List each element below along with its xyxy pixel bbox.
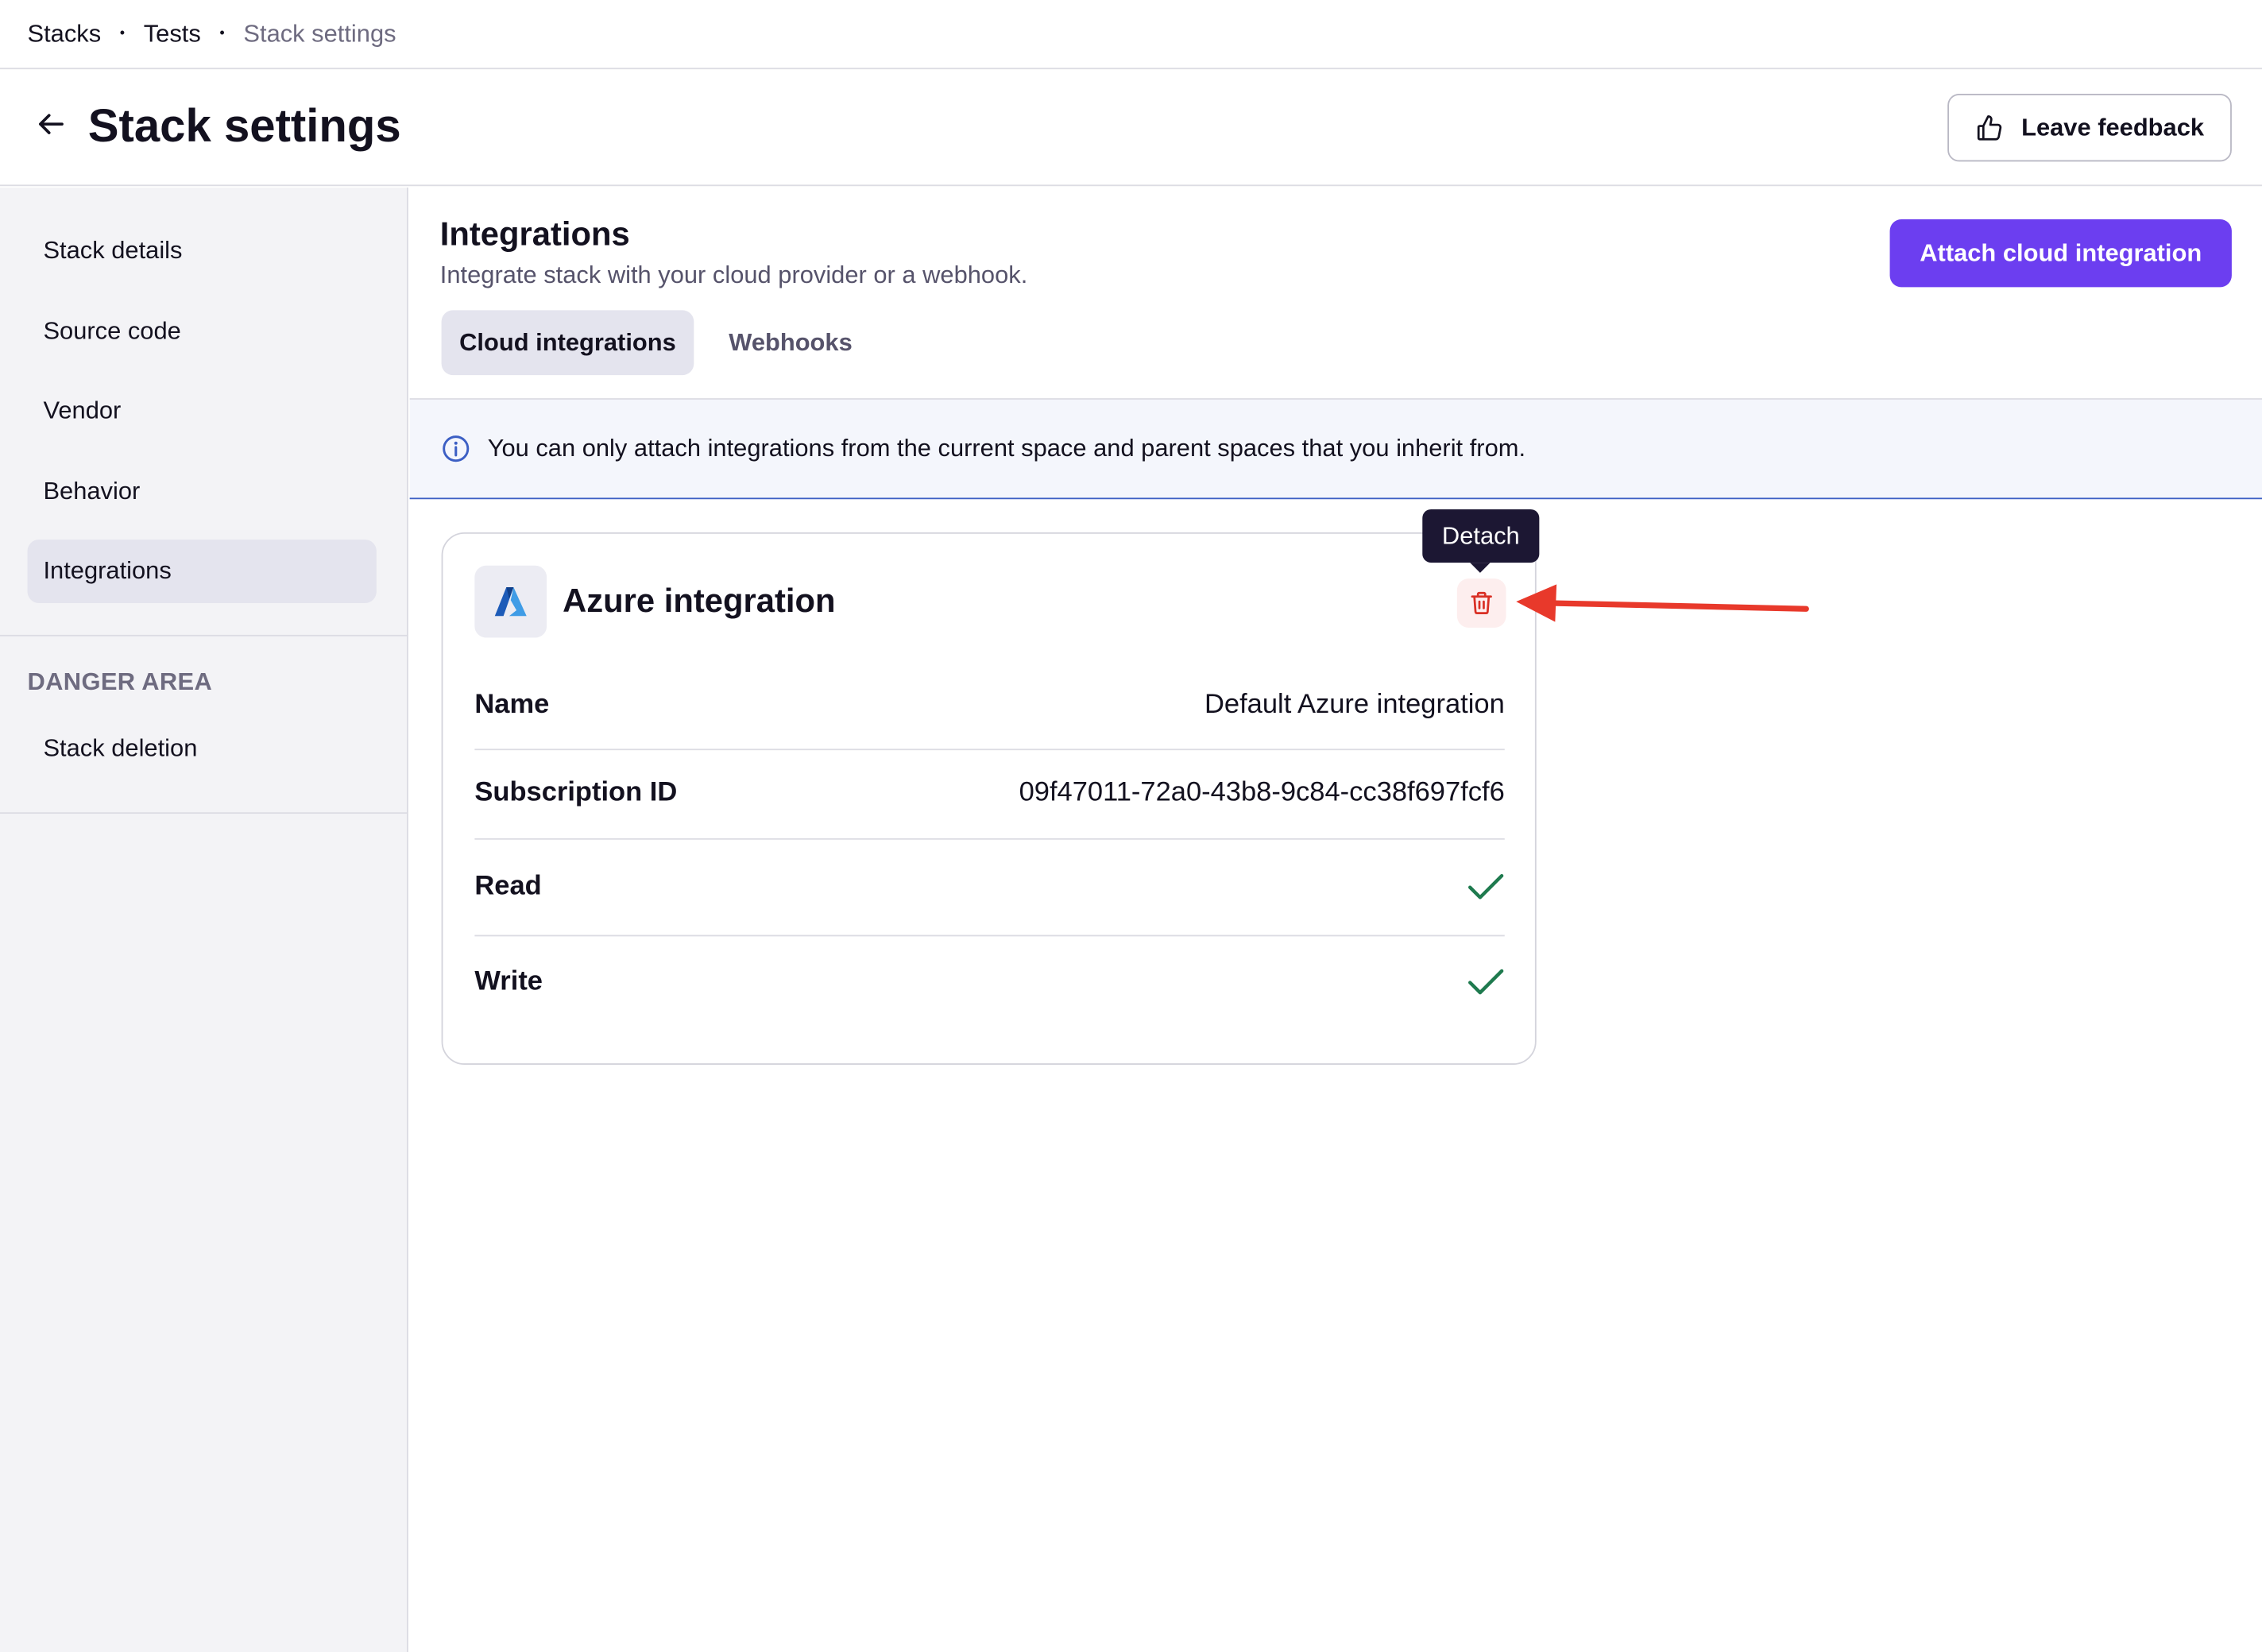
breadcrumb-item-tests[interactable]: Tests bbox=[144, 20, 201, 48]
sidebar-item-stack-deletion[interactable]: Stack deletion bbox=[27, 717, 376, 780]
info-banner-text: You can only attach integrations from th… bbox=[487, 434, 1526, 462]
detach-tooltip: Detach bbox=[1422, 509, 1540, 573]
arrow-left-icon bbox=[39, 114, 64, 134]
azure-integration-card: Azure integration Name Default Azure int… bbox=[441, 532, 1537, 1065]
page-header: Stack settings Leave feedback bbox=[0, 71, 2262, 187]
row-label: Name bbox=[474, 689, 550, 721]
app-root: Stacks • Tests • Stack settings Stack se… bbox=[0, 0, 2262, 1652]
breadcrumb-separator: • bbox=[219, 25, 225, 42]
row-name: Name Default Azure integration bbox=[474, 678, 1504, 733]
sidebar-item-label: Stack deletion bbox=[43, 734, 198, 762]
section-title: Integrations bbox=[439, 215, 630, 253]
danger-area-heading: DANGER AREA bbox=[27, 667, 213, 696]
sidebar-divider bbox=[0, 812, 408, 814]
row-subscription-id: Subscription ID 09f47011-72a0-43b8-9c84-… bbox=[474, 766, 1504, 821]
leave-feedback-button[interactable]: Leave feedback bbox=[1947, 94, 2232, 162]
breadcrumb-item-stacks[interactable]: Stacks bbox=[27, 20, 101, 48]
attach-cloud-integration-button[interactable]: Attach cloud integration bbox=[1889, 219, 2232, 288]
settings-sidebar: Stack details Source code Vendor Behavio… bbox=[0, 188, 408, 1652]
breadcrumb-item-current: Stack settings bbox=[243, 19, 396, 48]
tab-webhooks[interactable]: Webhooks bbox=[713, 310, 868, 375]
row-value: 09f47011-72a0-43b8-9c84-cc38f697fcf6 bbox=[1019, 777, 1505, 808]
sidebar-item-vendor[interactable]: Vendor bbox=[27, 380, 376, 443]
sidebar-item-behavior[interactable]: Behavior bbox=[27, 460, 376, 524]
back-button[interactable] bbox=[35, 108, 67, 140]
row-label: Write bbox=[474, 966, 543, 997]
row-read: Read bbox=[474, 860, 1504, 915]
tab-cloud-integrations[interactable]: Cloud integrations bbox=[441, 310, 694, 376]
check-icon bbox=[1468, 969, 1504, 995]
row-divider bbox=[474, 749, 1505, 751]
card-title: Azure integration bbox=[563, 581, 836, 619]
row-divider bbox=[474, 838, 1505, 840]
info-banner: You can only attach integrations from th… bbox=[409, 399, 2262, 500]
row-divider bbox=[474, 934, 1505, 937]
breadcrumb-separator: • bbox=[119, 25, 126, 42]
section-subtitle: Integrate stack with your cloud provider… bbox=[439, 261, 1028, 289]
row-label: Read bbox=[474, 871, 542, 902]
sidebar-divider bbox=[0, 634, 408, 636]
sidebar-item-label: Source code bbox=[43, 317, 181, 345]
row-label: Subscription ID bbox=[474, 777, 678, 808]
sidebar-item-integrations[interactable]: Integrations bbox=[27, 540, 377, 603]
azure-logo-icon bbox=[474, 565, 547, 638]
row-value: Default Azure integration bbox=[1204, 689, 1505, 721]
sidebar-item-label: Integrations bbox=[43, 556, 172, 585]
trash-icon bbox=[1471, 591, 1492, 615]
sidebar-item-stack-details[interactable]: Stack details bbox=[27, 219, 376, 283]
sidebar-item-source-code[interactable]: Source code bbox=[27, 300, 376, 364]
breadcrumb: Stacks • Tests • Stack settings bbox=[0, 0, 2262, 70]
row-write: Write bbox=[474, 955, 1504, 1010]
sidebar-item-label: Stack details bbox=[43, 236, 183, 265]
thumbs-up-icon bbox=[1978, 114, 2002, 140]
check-icon bbox=[1468, 873, 1504, 900]
sidebar-item-label: Behavior bbox=[43, 477, 141, 505]
annotation-arrow-icon bbox=[1516, 584, 1809, 622]
leave-feedback-label: Leave feedback bbox=[2021, 113, 2205, 141]
sidebar-item-label: Vendor bbox=[43, 397, 122, 424]
detach-button[interactable] bbox=[1456, 578, 1506, 628]
info-icon bbox=[443, 435, 470, 462]
page-title: Stack settings bbox=[87, 99, 401, 152]
